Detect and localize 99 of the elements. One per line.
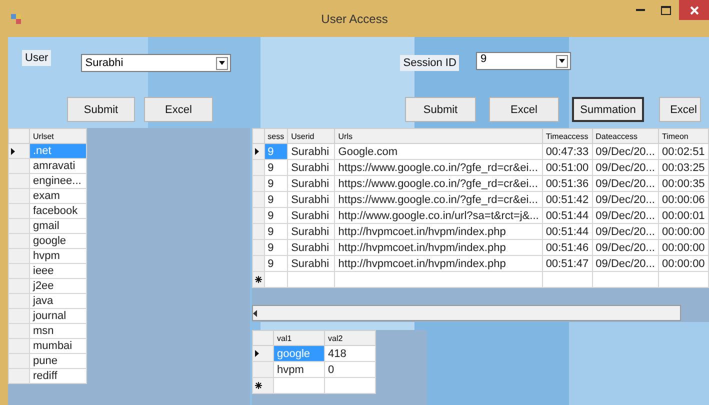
table-cell[interactable]: journal bbox=[30, 308, 86, 324]
table-cell[interactable]: Surabhi bbox=[288, 224, 335, 240]
dropdown[interactable]: Surabhi bbox=[81, 54, 232, 72]
table-cell[interactable]: 9 bbox=[264, 176, 288, 192]
maximize-icon bbox=[661, 6, 671, 14]
table-cell[interactable]: msn bbox=[30, 324, 86, 338]
table-cell[interactable]: Surabhi bbox=[288, 208, 335, 224]
table-cell[interactable]: 00:00:00 bbox=[658, 240, 708, 256]
table-cell[interactable]: pune bbox=[30, 354, 86, 368]
table-cell[interactable]: facebook bbox=[30, 204, 86, 218]
dropdown[interactable]: 9 bbox=[476, 52, 572, 70]
table-cell[interactable]: 9 bbox=[264, 240, 288, 256]
table-cell[interactable]: 00:00:35 bbox=[658, 176, 708, 192]
table-cell[interactable]: 00:51:00 bbox=[542, 160, 592, 176]
table-cell[interactable]: Google.com bbox=[334, 144, 542, 160]
table-cell[interactable]: 9 bbox=[264, 208, 288, 224]
table-cell[interactable]: Surabhi bbox=[288, 176, 335, 192]
table-cell[interactable]: exam bbox=[30, 188, 86, 204]
scroll-left-icon bbox=[253, 310, 259, 316]
table-cell[interactable]: enginee... bbox=[30, 174, 86, 188]
table-cell[interactable]: hvpm bbox=[30, 248, 86, 264]
table-cell[interactable]: 00:47:33 bbox=[542, 144, 592, 160]
table-cell[interactable]: 9 bbox=[264, 256, 288, 272]
table-cell[interactable]: mumbai bbox=[30, 338, 86, 354]
table-cell[interactable]: Surabhi bbox=[288, 240, 335, 256]
field-label: User bbox=[22, 50, 52, 66]
table-cell[interactable]: 00:00:06 bbox=[658, 192, 708, 208]
table-cell[interactable]: https://www.google.co.in/?gfe_rd=cr&ei... bbox=[334, 192, 542, 208]
button[interactable]: Submit bbox=[67, 97, 135, 122]
table-cell[interactable]: 9 bbox=[264, 160, 288, 176]
current-row-icon bbox=[255, 148, 259, 155]
table-cell[interactable]: 09/Dec/20... bbox=[592, 144, 658, 160]
table-cell[interactable]: 09/Dec/20... bbox=[592, 192, 658, 208]
table-cell[interactable]: 00:02:51 bbox=[658, 144, 708, 160]
table-cell[interactable]: 00:51:46 bbox=[542, 240, 592, 256]
new-row-icon bbox=[255, 382, 262, 389]
table-cell[interactable]: http://hvpmcoet.in/hvpm/index.php bbox=[334, 240, 542, 256]
table-cell[interactable]: 00:03:25 bbox=[658, 160, 708, 176]
column-header[interactable]: val2 bbox=[324, 330, 376, 346]
table-cell[interactable]: 09/Dec/20... bbox=[592, 256, 658, 272]
table-cell[interactable]: 00:51:36 bbox=[542, 176, 592, 192]
table-cell[interactable]: Surabhi bbox=[288, 192, 335, 208]
table-cell[interactable]: Surabhi bbox=[288, 160, 335, 176]
table-cell[interactable]: 09/Dec/20... bbox=[592, 224, 658, 240]
caret-icon bbox=[559, 59, 566, 63]
table-cell[interactable]: java bbox=[30, 294, 86, 308]
table-cell[interactable]: rediff bbox=[30, 368, 86, 384]
column-header[interactable]: val1 bbox=[274, 330, 324, 346]
horizontal-scrollbar[interactable] bbox=[252, 305, 681, 321]
table-cell[interactable]: 00:51:44 bbox=[542, 224, 592, 240]
app-icon bbox=[10, 12, 22, 24]
close-button[interactable] bbox=[679, 0, 709, 20]
field-label: Session ID bbox=[400, 55, 460, 71]
table-cell[interactable]: ieee bbox=[30, 264, 86, 278]
table-cell[interactable]: http://www.google.co.in/url?sa=t&rct=j&... bbox=[334, 208, 542, 224]
table-cell[interactable]: gmail bbox=[30, 218, 86, 234]
table-cell[interactable]: google bbox=[30, 234, 86, 248]
table-cell[interactable]: j2ee bbox=[30, 278, 86, 294]
table-cell[interactable]: http://hvpmcoet.in/hvpm/index.php bbox=[334, 224, 542, 240]
column-header[interactable]: Timeon bbox=[658, 128, 708, 144]
caret-icon bbox=[219, 61, 226, 65]
current-row-icon bbox=[11, 148, 15, 154]
button[interactable]: Excel bbox=[659, 97, 701, 122]
table-cell[interactable]: 418 bbox=[324, 346, 376, 362]
minimize-icon bbox=[636, 9, 644, 11]
table-cell[interactable]: 9 bbox=[264, 192, 288, 208]
column-header[interactable]: Dateaccess bbox=[592, 128, 658, 144]
current-row-icon bbox=[255, 350, 259, 357]
column-header[interactable]: Userid bbox=[288, 128, 335, 144]
table-cell[interactable]: 0 bbox=[324, 362, 376, 378]
column-header[interactable]: sess bbox=[264, 128, 288, 144]
table-cell[interactable]: http://hvpmcoet.in/hvpm/index.php bbox=[334, 256, 542, 272]
button[interactable]: Excel bbox=[489, 97, 559, 122]
table-cell[interactable]: 00:00:00 bbox=[658, 224, 708, 240]
close-icon bbox=[690, 6, 698, 14]
table-cell[interactable]: 09/Dec/20... bbox=[592, 240, 658, 256]
table-cell[interactable]: https://www.google.co.in/?gfe_rd=cr&ei... bbox=[334, 176, 542, 192]
table-cell[interactable]: amravati bbox=[30, 158, 86, 174]
column-header[interactable]: Timeaccess bbox=[542, 128, 592, 144]
window-title: User Access bbox=[321, 12, 388, 26]
table-cell[interactable]: 00:51:47 bbox=[542, 256, 592, 272]
table-cell[interactable]: hvpm bbox=[274, 362, 324, 378]
table-cell[interactable]: 09/Dec/20... bbox=[592, 176, 658, 192]
table-cell[interactable]: 00:51:42 bbox=[542, 192, 592, 208]
button[interactable]: Submit bbox=[405, 97, 476, 122]
button[interactable]: Summation bbox=[572, 97, 644, 122]
table-cell[interactable]: 00:00:00 bbox=[658, 256, 708, 272]
new-row-icon bbox=[255, 276, 262, 283]
table-cell[interactable]: 00:51:44 bbox=[542, 208, 592, 224]
table-cell[interactable]: 09/Dec/20... bbox=[592, 160, 658, 176]
table-cell[interactable]: 9 bbox=[264, 224, 288, 240]
button[interactable]: Excel bbox=[144, 97, 213, 122]
table-cell[interactable]: 00:00:01 bbox=[658, 208, 708, 224]
table-cell[interactable]: Surabhi bbox=[288, 144, 335, 160]
column-header[interactable]: Urlset bbox=[30, 128, 86, 144]
column-header[interactable]: Urls bbox=[334, 128, 542, 144]
table-cell[interactable]: Surabhi bbox=[288, 256, 335, 272]
table-cell[interactable]: 09/Dec/20... bbox=[592, 208, 658, 224]
table-cell[interactable]: https://www.google.co.in/?gfe_rd=cr&ei... bbox=[334, 160, 542, 176]
